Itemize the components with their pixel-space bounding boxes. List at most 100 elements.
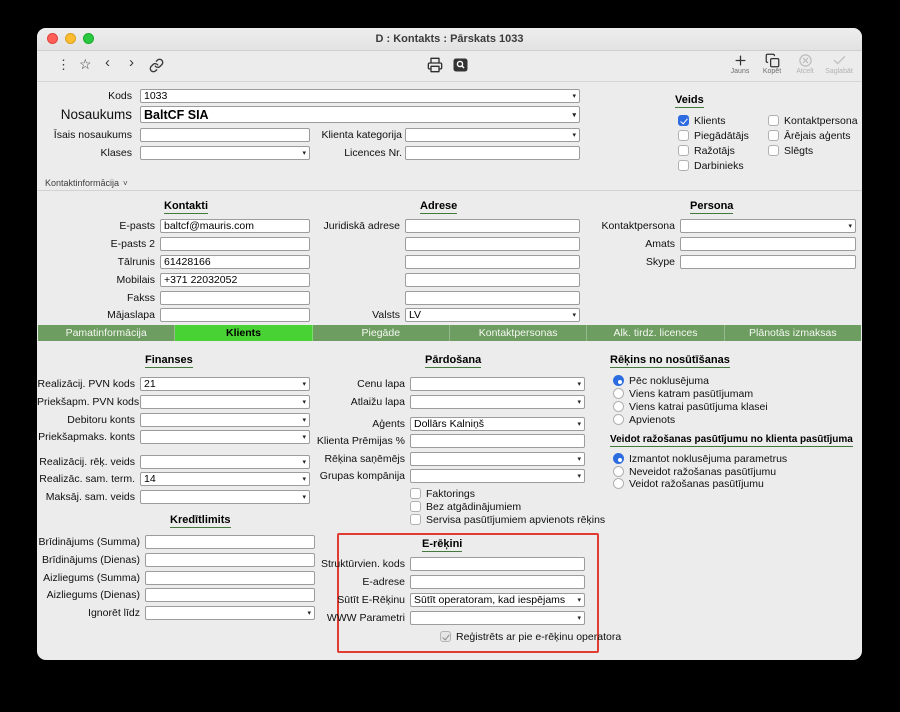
realizac-sam-term-input[interactable]: 14 ▾ bbox=[140, 472, 310, 486]
tab-klients[interactable]: Klients bbox=[175, 325, 313, 341]
eadrese-label: E-adrese bbox=[362, 576, 405, 588]
minimize-window-button[interactable] bbox=[65, 33, 76, 44]
mobilais-input[interactable]: +371 22032052 bbox=[160, 273, 310, 287]
checkbox-kontaktpersona[interactable]: Kontaktpersona bbox=[768, 114, 858, 127]
radio-viens-katram-pasutijumam[interactable]: Viens katram pasūtījumam bbox=[613, 387, 753, 400]
print-icon[interactable] bbox=[427, 57, 443, 73]
save-button[interactable]: Saglabāt bbox=[824, 53, 854, 76]
chevron-down-icon: ▾ bbox=[572, 132, 576, 139]
klienta-premijas-label: Klienta Prēmijas % bbox=[316, 435, 405, 447]
bridinajums-dienas-input[interactable] bbox=[145, 553, 315, 567]
chevron-down-icon: ▾ bbox=[848, 223, 852, 230]
checkbox-bez-atgadinajumiem[interactable]: Bez atgādinājumiem bbox=[410, 500, 521, 513]
aizliegums-dienas-input[interactable] bbox=[145, 588, 315, 602]
grupas-kompanija-input[interactable]: ▾ bbox=[410, 469, 585, 483]
cenu-lapa-input[interactable]: ▾ bbox=[410, 377, 585, 391]
adrese-line3-input[interactable] bbox=[405, 255, 580, 269]
radio-apvienots[interactable]: Apvienots bbox=[613, 413, 675, 426]
fakss-input[interactable] bbox=[160, 291, 310, 305]
licences-nr-label: Licences Nr. bbox=[344, 147, 402, 159]
copy-button[interactable]: Kopēt bbox=[757, 53, 787, 76]
rekina-sanemejs-input[interactable]: ▾ bbox=[410, 452, 585, 466]
prieksapmaks-konts-input[interactable]: ▾ bbox=[140, 430, 310, 444]
bridinajums-dienas-label: Brīdinājums (Dienas) bbox=[41, 554, 140, 566]
skype-input[interactable] bbox=[680, 255, 856, 269]
checkbox-label: Reģistrēts ar pie e-rēķinu operatora bbox=[456, 630, 622, 643]
checkbox-piegadatajs[interactable]: Piegādātājs bbox=[678, 129, 749, 142]
radio-pec-noklusejuma[interactable]: Pēc noklusējuma bbox=[613, 374, 709, 387]
checkbox-servisa-pasutijumiem[interactable]: Servisa pasūtījumiem apvienots rēķins bbox=[410, 513, 605, 526]
kods-input[interactable]: 1033 ▾ bbox=[140, 89, 580, 103]
radio-label: Viens katrai pasūtījuma klasei bbox=[629, 400, 768, 413]
close-window-button[interactable] bbox=[47, 33, 58, 44]
amats-label: Amats bbox=[645, 238, 675, 250]
debitoru-konts-input[interactable]: ▾ bbox=[140, 413, 310, 427]
tab-pamatinformacija[interactable]: Pamatinformācija bbox=[38, 325, 176, 341]
kontakti-heading: Kontakti bbox=[164, 200, 208, 214]
razosanas-heading: Veidot ražošanas pasūtījumu no klienta p… bbox=[610, 434, 853, 447]
checkbox-slegts[interactable]: Slēgts bbox=[768, 144, 813, 157]
checkbox-razotajs[interactable]: Ražotājs bbox=[678, 144, 735, 157]
preview-icon[interactable] bbox=[453, 58, 468, 72]
epasts2-input[interactable] bbox=[160, 237, 310, 251]
checkbox-registrets-operatora[interactable]: Reģistrēts ar pie e-rēķinu operatora bbox=[440, 630, 621, 643]
checkbox-icon bbox=[410, 514, 421, 525]
checkbox-klients[interactable]: Klients bbox=[678, 114, 726, 127]
star-icon[interactable]: ☆ bbox=[79, 56, 92, 72]
www-parametri-select[interactable]: ▾ bbox=[410, 611, 585, 625]
tab-kontaktpersonas[interactable]: Kontaktpersonas bbox=[450, 325, 588, 341]
sutit-erekinu-select[interactable]: Sūtīt operatoram, kad iespējams ▾ bbox=[410, 593, 585, 607]
copy-icon bbox=[765, 53, 779, 68]
maksaj-sam-veids-input[interactable]: ▾ bbox=[140, 490, 310, 504]
kontaktpersona-input[interactable]: ▾ bbox=[680, 219, 856, 233]
prieksapm-pvn-kods-input[interactable]: ▾ bbox=[140, 395, 310, 409]
radio-icon bbox=[613, 388, 624, 399]
checkbox-darbinieks[interactable]: Darbinieks bbox=[678, 159, 744, 172]
checkbox-icon bbox=[768, 145, 779, 156]
tab-alk-tirdz-licences[interactable]: Alk. tirdz. licences bbox=[587, 325, 725, 341]
valsts-input[interactable]: LV ▾ bbox=[405, 308, 580, 322]
new-button[interactable]: Jauns bbox=[725, 53, 755, 76]
aizliegums-summa-input[interactable] bbox=[145, 571, 315, 585]
adrese-line4-input[interactable] bbox=[405, 273, 580, 287]
realizacij-pvn-kods-input[interactable]: 21 ▾ bbox=[140, 377, 310, 391]
klienta-kategorija-input[interactable]: ▾ bbox=[405, 128, 580, 142]
tab-piegade[interactable]: Piegāde bbox=[313, 325, 450, 341]
radio-izmantot-noklusejuma[interactable]: Izmantot noklusējuma parametrus bbox=[613, 452, 787, 465]
agents-input[interactable]: Dollārs Kalniņš ▾ bbox=[410, 417, 585, 431]
back-chevron-icon[interactable]: ‹ bbox=[105, 55, 110, 71]
realizacij-rek-veids-input[interactable]: ▾ bbox=[140, 455, 310, 469]
adrese-line1-input[interactable] bbox=[405, 219, 580, 233]
talrunis-input[interactable]: 61428166 bbox=[160, 255, 310, 269]
traffic-lights bbox=[47, 33, 94, 44]
adrese-line2-input[interactable] bbox=[405, 237, 580, 251]
checkbox-faktorings[interactable]: Faktorings bbox=[410, 487, 475, 500]
cancel-button-label: Atcelt bbox=[796, 68, 814, 75]
app-window: D : Kontakts : Pārskats 1033 ⋮ ☆ ‹ › Jau… bbox=[37, 28, 862, 660]
strukturvien-kods-input[interactable] bbox=[410, 557, 585, 571]
checkbox-arejais-agents[interactable]: Ārējais aģents bbox=[768, 129, 851, 142]
bridinajums-summa-input[interactable] bbox=[145, 535, 315, 549]
adrese-line5-input[interactable] bbox=[405, 291, 580, 305]
radio-viens-katrai-klasei[interactable]: Viens katrai pasūtījuma klasei bbox=[613, 400, 768, 413]
strukturvien-kods-label: Struktūrvien. kods bbox=[320, 558, 405, 570]
tab-planotas-izmaksas[interactable]: Plānotās izmaksas bbox=[725, 325, 861, 341]
checkbox-label: Kontaktpersona bbox=[784, 114, 858, 127]
amats-input[interactable] bbox=[680, 237, 856, 251]
ignoret-lidz-input[interactable]: ▾ bbox=[145, 606, 315, 620]
title-bar[interactable]: D : Kontakts : Pārskats 1033 bbox=[37, 28, 862, 51]
nosaukums-input[interactable]: BaltCF SIA ▾ bbox=[140, 106, 580, 123]
klienta-premijas-input[interactable] bbox=[410, 434, 585, 448]
radio-veidot-razosanas[interactable]: Veidot ražošanas pasūtījumu bbox=[613, 477, 764, 490]
menu-dots-icon[interactable]: ⋮ bbox=[57, 57, 70, 73]
zoom-window-button[interactable] bbox=[83, 33, 94, 44]
kontaktinformacija-section-toggle[interactable]: Kontaktinformācija ˅ bbox=[45, 178, 134, 188]
atlaizu-lapa-input[interactable]: ▾ bbox=[410, 395, 585, 409]
klases-label: Klases bbox=[100, 147, 132, 159]
eadrese-input[interactable] bbox=[410, 575, 585, 589]
forward-chevron-icon[interactable]: › bbox=[129, 55, 134, 71]
link-icon[interactable] bbox=[149, 58, 164, 73]
licences-nr-input[interactable] bbox=[405, 146, 580, 160]
chevron-down-icon: ▾ bbox=[302, 494, 306, 501]
cancel-button[interactable]: Atcelt bbox=[790, 53, 820, 76]
